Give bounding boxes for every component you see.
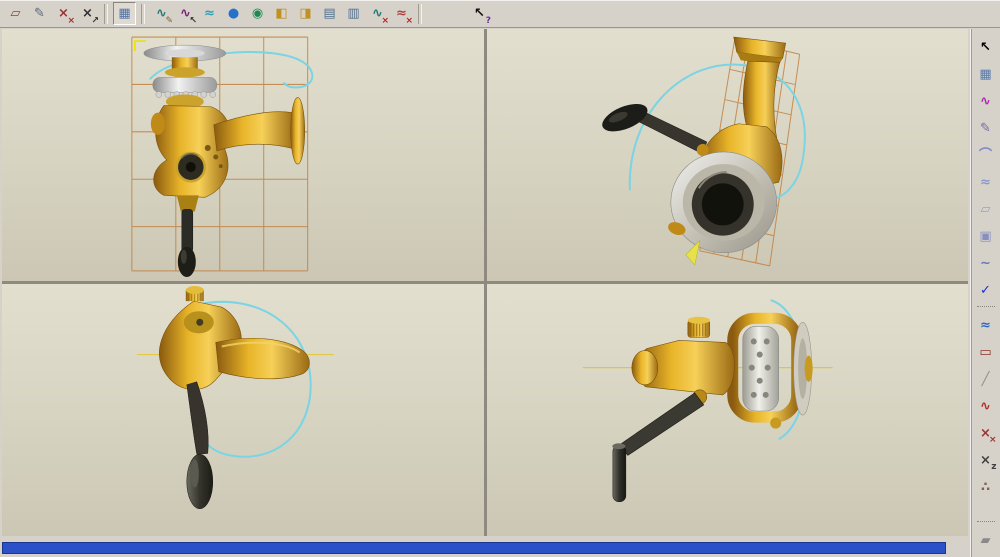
delete-curve-icon-badge: × [381,16,389,26]
right-toolbar: ↖ ▦ ∿ ✎ ⌒ ≈ ▱ ▣ ∼ ✓ ≈ ▭ ╱ ∿ × × × z ∴ ▰ [970,29,1000,557]
analysis-curve-icon[interactable]: ≈ [975,314,997,336]
offset-curve-glyph: ≈ [980,174,991,190]
axis-zx-icon-badge: z [991,462,997,472]
datum-display-toggle-glyph: ▦ [118,6,131,21]
erase-analysis-icon-badge: × [405,16,413,26]
sketch-line-glyph: ✎ [34,6,45,21]
fold-surface-icon[interactable]: ▣ [975,225,997,247]
viewport-grid [2,29,968,536]
select-arrow-icon[interactable]: ↖ [975,36,997,58]
status-bar [2,537,968,557]
smooth-curve-icon[interactable]: ≈ [198,2,221,25]
datum-point-icon[interactable]: × × [52,2,75,26]
viewport-top-view[interactable] [2,284,484,536]
context-help-glyph: ↖ [474,6,485,21]
measure-ruler-glyph: ▤ [323,6,336,21]
style-curve-glyph: ∿ [980,93,991,109]
model-render-top [136,286,334,510]
curve-through-points-icon-badge: ✎ [165,16,173,26]
measure-clip-glyph: ▰ [980,532,991,548]
axis-zx-icon[interactable]: × z [975,449,997,472]
render-preview-icon[interactable]: ◉ [246,2,269,25]
reel-model[interactable] [598,36,786,266]
status-progress-bar [2,542,946,554]
measure-grid-glyph: ▥ [347,6,360,21]
sketch-line-icon[interactable]: ✎ [28,2,51,25]
smooth-curve-glyph: ≈ [204,6,215,21]
toolbar-separator [104,3,108,24]
reel-model[interactable] [143,44,305,277]
arc-tool-glyph: ⌒ [978,147,992,163]
boundary-rect-glyph: ▭ [979,344,992,360]
datum-plane-icon[interactable]: ▦ [975,63,997,85]
datum-point-icon-badge: × [67,16,75,26]
toolbar-separator [418,3,422,24]
snap-points-icon[interactable]: ∴ [975,476,997,498]
arc-tool-icon[interactable]: ⌒ [975,144,997,166]
snap-points-glyph: ∴ [980,479,991,495]
surface-copy-glyph: ◧ [275,6,288,21]
render-preview-glyph: ◉ [251,6,264,21]
toolbar-separator [976,306,995,309]
datum-plane-sketch-icon[interactable]: ▱ [4,2,27,25]
style-curve-icon[interactable]: ∿ [975,90,997,112]
modify-curve-icon-badge: ↖ [189,16,197,26]
flow-curve-glyph: ∼ [980,255,991,271]
shaded-view-glyph: ● [227,6,240,21]
measure-grid-icon[interactable]: ▥ [342,2,365,25]
fold-surface-glyph: ▣ [979,228,992,244]
viewport-isometric-view[interactable] [486,29,968,281]
boundary-rect-icon[interactable]: ▭ [975,341,997,363]
model-render-front [131,36,314,277]
deviation-curve-icon[interactable]: ∿ [975,395,997,417]
axis-zx-glyph: × [980,452,991,468]
sketch-curve-glyph: ✎ [980,120,991,136]
erase-analysis-icon[interactable]: ≈ × [390,2,413,26]
surface-copy-icon[interactable]: ◧ [270,2,293,25]
delete-curve-icon[interactable]: ∿ × [366,2,389,26]
deviation-curve-glyph: ∿ [980,398,991,414]
viewport-side-view[interactable] [486,284,968,536]
select-arrow-glyph: ↖ [980,39,991,55]
measure-ruler-icon[interactable]: ▤ [318,2,341,25]
datum-display-toggle-icon[interactable]: ▦ [113,2,136,25]
viewport-front-view[interactable] [2,29,484,281]
curve-through-points-icon[interactable]: ∿ ✎ [150,2,173,26]
modify-curve-icon[interactable]: ∿ ↖ [174,2,197,26]
datum-point-pair-icon[interactable]: × × [975,422,997,445]
accept-check-glyph: ✓ [980,282,991,298]
datum-plane-glyph: ▦ [979,66,992,82]
surface-sheet-glyph: ▱ [980,201,991,217]
analysis-curve-glyph: ≈ [980,317,991,333]
model-render-side [582,299,833,502]
reel-model[interactable] [159,286,310,510]
offset-curve-icon[interactable]: ≈ [975,171,997,193]
shaded-view-icon[interactable]: ● [222,2,245,25]
model-render-isometric [598,36,806,267]
datum-point-pair-icon-badge: × [988,435,997,445]
construction-line-icon[interactable]: ╱ [975,368,997,390]
top-toolbar: ▱ ✎ × × × ↗ ▦ ∿ ✎ ∿ ↖ ≈ ● ◉ ◧ ◨ ▤ ▥ ∿ × ≈ × ↖? [0,0,1000,28]
construction-line-glyph: ╱ [981,371,990,387]
accept-check-icon[interactable]: ✓ [975,279,997,301]
flow-curve-icon[interactable]: ∼ [975,252,997,274]
surface-sheet-icon[interactable]: ▱ [975,198,997,220]
datum-axis-icon[interactable]: × ↗ [76,2,99,26]
surface-merge-glyph: ◨ [299,6,312,21]
datum-plane-sketch-glyph: ▱ [10,6,21,21]
sketch-curve-icon[interactable]: ✎ [975,117,997,139]
context-help-icon-badge: ? [485,16,491,26]
toolbar-separator [976,521,995,524]
context-help-icon[interactable]: ↖? [468,2,491,26]
toolbar-separator [141,3,145,24]
reel-model[interactable] [611,312,813,502]
surface-merge-icon[interactable]: ◨ [294,2,317,25]
datum-axis-icon-badge: ↗ [91,16,99,26]
measure-clip-icon[interactable]: ▰ [975,529,997,551]
